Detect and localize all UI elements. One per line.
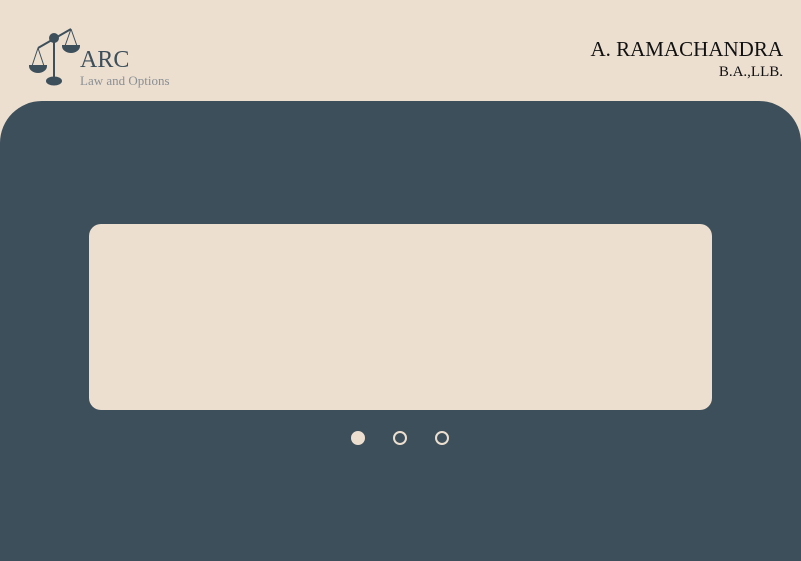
- carousel-dot-3[interactable]: [435, 431, 449, 445]
- carousel-dots: [351, 431, 449, 445]
- brand-tagline: Law and Options: [80, 73, 170, 88]
- carousel-slide: [89, 224, 712, 410]
- person-name: A. RAMACHANDRA: [590, 37, 783, 61]
- carousel-dot-2[interactable]: [393, 431, 407, 445]
- carousel-dot-1[interactable]: [351, 431, 365, 445]
- brand-name[interactable]: ARC: [80, 47, 129, 74]
- person-degree: B.A.,LLB.: [718, 64, 783, 80]
- scales-of-justice-icon: [28, 28, 81, 86]
